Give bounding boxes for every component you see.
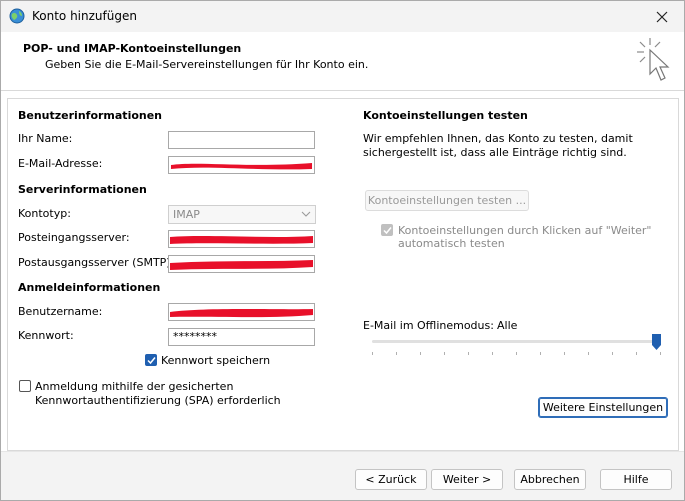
offline-slider-track[interactable] (372, 340, 661, 343)
account-type-label: Kontotyp: (18, 207, 71, 220)
outgoing-server-input[interactable] (168, 255, 315, 273)
slider-tick (516, 352, 517, 355)
password-value: ******** (173, 330, 217, 343)
slider-tick (540, 352, 541, 355)
account-type-select[interactable]: IMAP (168, 205, 316, 224)
slider-tick (444, 352, 445, 355)
slider-tick (396, 352, 397, 355)
help-button[interactable]: Hilfe (600, 469, 672, 490)
checkmark-icon (383, 227, 392, 235)
password-input[interactable]: ******** (168, 328, 315, 346)
next-button[interactable]: Weiter > (431, 469, 503, 490)
title-bar: Konto hinzufügen (1, 1, 684, 32)
offline-mode-label: E-Mail im Offlinemodus: (363, 319, 494, 332)
name-label: Ihr Name: (18, 132, 73, 145)
slider-tick (564, 352, 565, 355)
offline-slider-thumb[interactable] (652, 334, 661, 350)
remember-password-checkbox[interactable] (145, 354, 157, 366)
slider-tick (612, 352, 613, 355)
close-icon (656, 11, 668, 22)
user-info-heading: Benutzerinformationen (18, 109, 163, 122)
cancel-button[interactable]: Abbrechen (514, 469, 586, 490)
slider-tick (588, 352, 589, 355)
remember-password-label: Kennwort speichern (161, 354, 271, 367)
username-label: Benutzername: (18, 305, 103, 318)
close-button[interactable] (640, 1, 684, 32)
outgoing-server-label: Postausgangsserver (SMTP): (18, 256, 175, 269)
incoming-server-input[interactable] (168, 230, 315, 248)
login-info-heading: Anmeldeinformationen (18, 281, 161, 294)
test-description-line1: Wir empfehlen Ihnen, das Konto zu testen… (363, 132, 633, 145)
header-title: POP- und IMAP-Kontoeinstellungen (23, 42, 242, 55)
slider-tick (420, 352, 421, 355)
name-input[interactable] (168, 131, 315, 149)
auto-test-label-line2: automatisch testen (398, 237, 505, 250)
incoming-server-label: Posteingangsserver: (18, 231, 130, 244)
back-button[interactable]: < Zurück (355, 469, 427, 490)
server-info-heading: Serverinformationen (18, 183, 147, 196)
dialog-header: POP- und IMAP-Kontoeinstellungen Geben S… (1, 32, 684, 90)
more-settings-button[interactable]: Weitere Einstellungen (538, 397, 668, 418)
spa-label-line2: Kennwortauthentifizierung (SPA) erforder… (35, 394, 281, 407)
slider-tick (636, 352, 637, 355)
checkmark-icon (147, 357, 156, 365)
slider-tick (468, 352, 469, 355)
account-type-value: IMAP (173, 208, 200, 221)
spa-checkbox[interactable] (19, 380, 31, 392)
redaction-mark (169, 236, 314, 244)
redaction-mark (169, 260, 314, 270)
header-subtitle: Geben Sie die E-Mail-Servereinstellungen… (45, 58, 369, 71)
auto-test-checkbox[interactable] (381, 224, 393, 236)
slider-tick (492, 352, 493, 355)
test-description-line2: sichergestellt ist, dass alle Einträge r… (363, 146, 627, 159)
username-input[interactable] (168, 303, 315, 321)
redaction-mark (169, 309, 314, 318)
slider-tick (660, 352, 661, 355)
window-title: Konto hinzufügen (32, 9, 137, 23)
add-account-dialog: Konto hinzufügen POP- und IMAP-Kontoeins… (0, 0, 685, 501)
slider-tick (372, 352, 373, 355)
test-settings-heading: Kontoeinstellungen testen (363, 109, 528, 122)
spa-label-line1: Anmeldung mithilfe der gesicherten (35, 380, 234, 393)
email-input[interactable] (168, 156, 315, 174)
cursor-sparkle-icon (637, 38, 670, 81)
offline-mode-value: Alle (497, 319, 518, 332)
auto-test-label-line1: Kontoeinstellungen durch Klicken auf "We… (398, 224, 652, 237)
password-label: Kennwort: (18, 329, 74, 342)
test-account-button[interactable]: Kontoeinstellungen testen ... (365, 190, 529, 211)
chevron-down-icon (301, 211, 311, 217)
redaction-mark (170, 163, 313, 170)
email-label: E-Mail-Adresse: (18, 157, 103, 170)
globe-icon (9, 8, 25, 24)
